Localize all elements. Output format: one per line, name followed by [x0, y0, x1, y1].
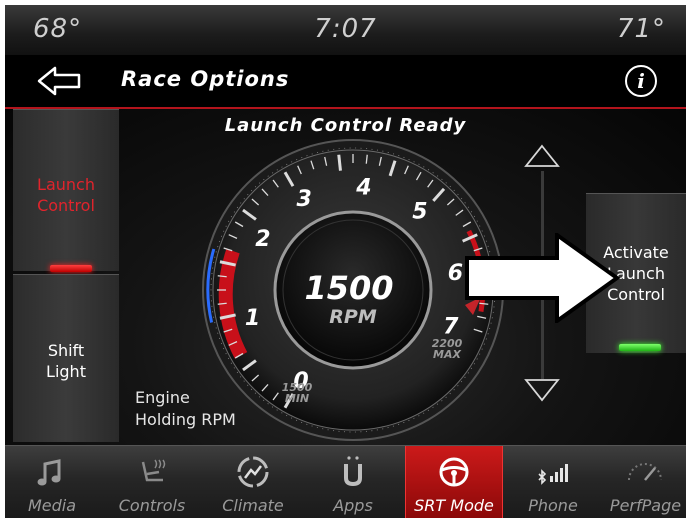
nav-climate[interactable]: Climate: [205, 446, 301, 518]
scroll-down-button[interactable]: [523, 377, 561, 403]
nav-label: Apps: [333, 496, 373, 515]
launch-control-indicator: [50, 265, 92, 272]
apps-icon: [344, 456, 362, 487]
passenger-temperature[interactable]: 71°: [617, 14, 666, 44]
nav-label: SRT Mode: [414, 496, 494, 515]
shift-light-button[interactable]: Shift Light: [13, 274, 119, 442]
nav-label: Climate: [222, 496, 284, 515]
nav-srt-mode[interactable]: SRT Mode: [405, 446, 503, 518]
info-icon: i: [637, 69, 645, 93]
gauge-tick-label: 7: [443, 315, 459, 340]
arrow-left-icon: [37, 66, 81, 96]
nav-label: Controls: [118, 496, 186, 515]
bottom-nav: Media Controls Climate Apps SRT Mode Pho…: [5, 445, 686, 518]
max-label-text: MAX: [433, 348, 461, 361]
gauge-tick-label: 4: [355, 176, 371, 201]
rpm-value: 1500: [304, 269, 393, 307]
music-note-icon: [37, 459, 61, 486]
climate-icon: [237, 456, 269, 488]
rpm-gauge: 0123 4567 1500 RPM 1500 MIN 2200 MAX: [202, 139, 504, 441]
triangle-up-icon: [524, 144, 560, 167]
gauge-tick: [337, 154, 342, 171]
infotainment-screen: 68° 7:07 71° Race Options i Launch Contr…: [5, 5, 686, 518]
steering-wheel-icon: [439, 457, 469, 487]
callout-arrow: [465, 233, 621, 323]
nav-perfpage[interactable]: PerfPage: [605, 446, 686, 518]
nav-controls[interactable]: Controls: [103, 446, 201, 518]
page-title: Race Options: [121, 67, 290, 91]
seat-controls-icon: [141, 459, 166, 482]
nav-label: Phone: [528, 496, 578, 515]
info-button[interactable]: i: [625, 65, 657, 97]
launch-control-button[interactable]: Launch Control: [13, 109, 119, 272]
nav-phone[interactable]: Phone: [505, 446, 601, 518]
clock: 7:07: [314, 14, 377, 44]
nav-label: Media: [27, 496, 77, 515]
performance-gauge-icon: [628, 463, 662, 481]
nav-apps[interactable]: Apps: [305, 446, 401, 518]
gauge-tick-label: 3: [297, 187, 312, 212]
engine-holding-rpm-label: Engine Holding RPM: [135, 388, 236, 429]
activate-indicator: [619, 344, 661, 351]
gauge-tick-label: 5: [412, 199, 427, 224]
status-bar: 68° 7:07 71°: [5, 5, 686, 55]
triangle-down-icon: [524, 379, 560, 402]
launch-control-label: Launch Control: [37, 175, 95, 215]
shift-light-label: Shift Light: [46, 341, 86, 381]
page-header: Race Options i: [5, 55, 686, 109]
gauge-tick-label: 2: [255, 227, 270, 252]
min-label-text: MIN: [285, 392, 309, 405]
gauge-tick-label: 1: [245, 306, 260, 331]
nav-label: PerfPage: [609, 496, 682, 515]
scroll-up-button[interactable]: [523, 143, 561, 169]
phone-signal-icon: [538, 464, 568, 485]
rpm-unit: RPM: [329, 306, 377, 328]
back-button[interactable]: [35, 65, 85, 97]
nav-media[interactable]: Media: [5, 446, 99, 518]
gauge-tick-label: 6: [448, 261, 463, 286]
main-panel: Launch Control Ready Launch Control Shif…: [5, 109, 686, 445]
